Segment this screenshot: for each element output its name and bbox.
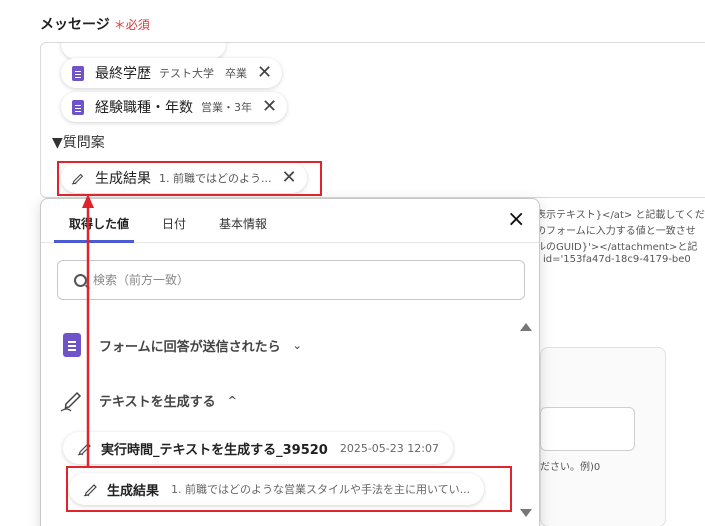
hint-text-2: のフォームに入力する値と一致させ xyxy=(536,226,696,237)
group-label: テキストを生成する xyxy=(99,394,216,410)
form-icon xyxy=(63,333,81,357)
tab-acquired-values[interactable]: 取得した値 xyxy=(69,215,129,232)
hint-text-1: 表示テキスト}</at> と記載してくだ xyxy=(536,210,705,221)
message-field-label: メッセージ ＊必須 xyxy=(40,14,150,34)
group-form-submitted[interactable]: フォームに回答が送信されたら ⌄ xyxy=(63,333,302,357)
message-label-text: メッセージ xyxy=(40,17,110,33)
item-name: 実行時間_テキストを生成する_39520 xyxy=(101,442,328,458)
close-icon[interactable]: ✕ xyxy=(257,64,272,82)
required-mark: ＊ xyxy=(113,18,126,32)
required-badge: ＊必須 xyxy=(114,18,150,32)
hint-text-5: ださい。例)0 xyxy=(540,462,601,473)
section-label: ▼質問案 xyxy=(52,135,105,151)
search-icon xyxy=(74,273,87,287)
variable-chip-education[interactable]: 最終学歴 テスト大学 卒業 ✕ xyxy=(61,58,283,88)
hint-text-3: ルのGUID}'></attachment>と記 xyxy=(536,242,698,253)
active-tab-indicator xyxy=(54,240,134,243)
chip-name: 経験職種・年数 xyxy=(95,100,193,116)
group-generate-text[interactable]: テキストを生成する ^ xyxy=(59,387,237,413)
hint-text-4: id='153fa47d-18c9-4179-be0 xyxy=(543,254,691,265)
search-field[interactable] xyxy=(57,260,525,300)
highlight-box-popup-item xyxy=(66,466,512,512)
pen-icon xyxy=(59,387,85,413)
form-doc-icon xyxy=(71,65,85,81)
popup-tabs: 取得した値 日付 基本情報 × xyxy=(41,199,539,243)
scroll-up-icon[interactable] xyxy=(520,323,532,331)
search-input[interactable] xyxy=(93,273,493,287)
required-text: 必須 xyxy=(125,18,150,32)
scroll-down-icon[interactable] xyxy=(520,509,532,517)
close-icon[interactable]: × xyxy=(507,209,525,231)
scrollbar[interactable] xyxy=(516,321,534,526)
form-doc-icon xyxy=(71,99,85,115)
variable-chip-partial[interactable] xyxy=(61,43,226,59)
item-value: 2025-05-23 12:07 xyxy=(339,441,439,455)
side-panel-input[interactable] xyxy=(540,407,635,451)
chip-name: 最終学歴 xyxy=(95,66,151,82)
chip-value: 営業・3年 xyxy=(201,101,252,114)
chip-value: テスト大学 卒業 xyxy=(159,67,247,80)
variable-chip-experience[interactable]: 経験職種・年数 営業・3年 ✕ xyxy=(61,92,288,122)
tab-basic-info[interactable]: 基本情報 xyxy=(219,215,267,232)
pen-icon xyxy=(77,440,93,456)
group-label: フォームに回答が送信されたら xyxy=(99,339,281,355)
chevron-down-icon: ⌄ xyxy=(292,338,302,352)
close-icon[interactable]: ✕ xyxy=(262,98,277,116)
highlight-box-editor-chip xyxy=(57,161,322,196)
tab-date[interactable]: 日付 xyxy=(162,215,186,232)
variable-item-exec-time[interactable]: 実行時間_テキストを生成する_39520 2025-05-23 12:07 xyxy=(63,432,453,464)
chevron-up-icon: ^ xyxy=(227,393,237,407)
